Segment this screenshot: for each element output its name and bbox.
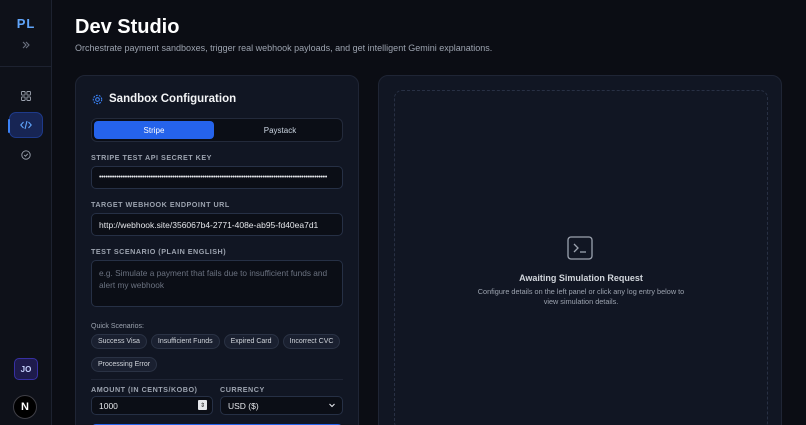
api-key-label: STRIPE TEST API SECRET KEY (91, 153, 212, 162)
simulation-preview-panel: Awaiting Simulation Request Configure de… (378, 75, 782, 425)
sidebar-divider (0, 66, 52, 67)
api-key-input[interactable]: ••••••••••••••••••••••••••••••••••••••••… (91, 166, 343, 189)
chip-processing-error[interactable]: Processing Error (91, 357, 158, 372)
amount-label: AMOUNT (IN CENTS/KOBO) (91, 385, 198, 394)
user-avatar[interactable]: JO (14, 358, 38, 380)
chevron-down-icon (329, 403, 335, 408)
page-subtitle: Orchestrate payment sandboxes, trigger r… (75, 43, 493, 53)
scenario-textarea[interactable]: e.g. Simulate a payment that fails due t… (91, 260, 343, 307)
scenario-label: TEST SCENARIO (PLAIN ENGLISH) (91, 247, 227, 256)
quick-scenarios: Success Visa Insufficient Funds Expired … (91, 334, 351, 372)
config-header: Sandbox Configuration (92, 93, 236, 105)
webhook-url-input[interactable]: http://webhook.site/356067b4-2771-408e-a… (91, 213, 343, 236)
page-title: Dev Studio (75, 16, 180, 38)
empty-state-text: Configure details on the left panel or c… (477, 287, 685, 306)
sidebar-item-status[interactable] (9, 142, 43, 168)
chip-expired-card[interactable]: Expired Card (223, 334, 279, 349)
code-icon (20, 120, 32, 130)
chip-incorrect-cvc[interactable]: Incorrect CVC (282, 334, 341, 349)
tab-paystack[interactable]: Paystack (220, 121, 340, 139)
sidebar-item-dev-studio[interactable] (8, 112, 43, 138)
section-divider (91, 379, 343, 380)
quick-scenarios-label: Quick Scenarios: (91, 323, 144, 330)
config-title: Sandbox Configuration (109, 93, 237, 105)
expand-sidebar-button[interactable] (0, 40, 52, 54)
chip-insufficient-funds[interactable]: Insufficient Funds (150, 334, 220, 349)
terminal-icon (567, 236, 593, 260)
currency-label: CURRENCY (220, 385, 265, 394)
sidebar-item-dashboard[interactable] (9, 83, 43, 109)
provider-switch: Stripe Paystack (91, 118, 343, 142)
sidebar: PL JO N (0, 0, 52, 425)
grid-icon (21, 91, 31, 101)
app-logo: PL (16, 16, 36, 31)
chip-success-visa[interactable]: Success Visa (91, 334, 147, 349)
tab-stripe[interactable]: Stripe (94, 121, 214, 139)
amount-input[interactable]: 1000 ⇕ (91, 396, 213, 415)
gear-icon (92, 94, 103, 104)
check-circle-icon (21, 150, 31, 160)
currency-select[interactable]: USD ($) (220, 396, 343, 415)
brand-badge[interactable]: N (13, 395, 37, 419)
webhook-url-label: TARGET WEBHOOK ENDPOINT URL (91, 200, 230, 209)
sandbox-config-panel: Sandbox Configuration Stripe Paystack ST… (75, 75, 359, 425)
amount-stepper[interactable]: ⇕ (198, 400, 207, 410)
amount-value: 1000 (99, 400, 118, 411)
chevrons-right-icon (22, 41, 30, 49)
currency-value: USD ($) (228, 400, 259, 411)
empty-state-title: Awaiting Simulation Request (519, 273, 643, 283)
